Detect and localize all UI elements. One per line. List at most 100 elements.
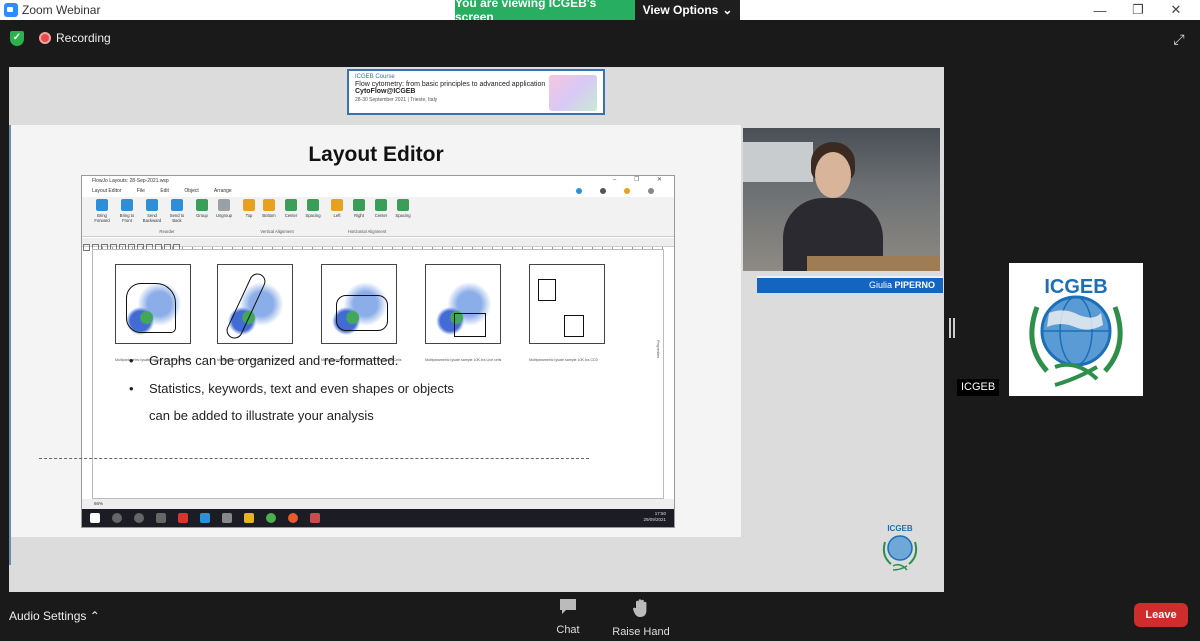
- ribbon-button: Center: [369, 199, 393, 229]
- ribbon-button: Spacing: [391, 199, 415, 229]
- bookmark-icon: [600, 188, 606, 194]
- ribbon-button-icon: [307, 199, 319, 211]
- ribbon-button-icon: [285, 199, 297, 211]
- chat-label: Chat: [556, 624, 580, 636]
- ribbon-button-label: Left: [333, 213, 341, 218]
- ribbon-button-label: Ungroup: [215, 213, 233, 218]
- icgeb-logo-large: ICGEB: [1029, 276, 1123, 387]
- ribbon-button-label: Center: [374, 213, 388, 218]
- participant-name-label: ICGEB: [957, 379, 1000, 396]
- minimize-button[interactable]: —: [1080, 0, 1120, 20]
- view-options-label: View Options: [642, 3, 719, 17]
- plot-gate: [454, 313, 486, 337]
- pointer-tool-icon: [83, 244, 90, 251]
- ribbon-button-label: Bring to Front: [119, 213, 135, 223]
- viewing-screen-label: You are viewing ICGEB's screen: [455, 0, 635, 24]
- speaker-name-tag: Giulia PIPERNO: [757, 276, 943, 293]
- course-banner: ICGEB Course Flow cytometry: from basic …: [347, 69, 605, 115]
- bullet-item: Graphs can be organized and re-formatted…: [129, 353, 589, 368]
- zoom-level-bar: 66%: [82, 499, 674, 509]
- presentation-slide: Layout Editor FlowJo Layouts: 28-Sep-202…: [11, 125, 741, 537]
- ribbon-button-label: Send to Back: [169, 213, 185, 223]
- ribbon-button-label: Bottom: [262, 213, 276, 218]
- hand-icon: [601, 598, 681, 622]
- plot-gate: [564, 315, 584, 337]
- cortana-icon: [134, 513, 144, 523]
- ribbon-button: Bring to Front: [115, 199, 139, 229]
- fullscreen-expand-icon[interactable]: ⤢: [1171, 31, 1187, 47]
- ribbon-group-vertical-alignment: Vertical Alignment: [260, 229, 294, 234]
- share-banner: You are viewing ICGEB's screen View Opti…: [455, 0, 740, 24]
- drawing-tool-row: [82, 238, 674, 251]
- ribbon-button-icon: [353, 199, 365, 211]
- ribbon-button-icon: [196, 199, 208, 211]
- close-button[interactable]: ✕: [1156, 0, 1196, 20]
- audio-settings-button[interactable]: Audio Settings ⌃: [9, 609, 100, 623]
- bullet-text: Graphs can be organized and re-formatted…: [149, 353, 399, 368]
- dashed-guide-line: [39, 458, 589, 459]
- panel-resize-handle[interactable]: [949, 318, 955, 338]
- window-title-bar: Zoom Webinar You are viewing ICGEB's scr…: [0, 0, 1200, 24]
- audio-settings-label: Audio Settings: [9, 609, 87, 623]
- ribbon-button: Spacing: [301, 199, 325, 229]
- ribbon-button-icon: [171, 199, 183, 211]
- window-title: Zoom Webinar: [22, 3, 101, 17]
- view-options-button[interactable]: View Options ⌄: [635, 0, 740, 20]
- drive-icon: [200, 513, 210, 523]
- menu-edit: Edit: [160, 188, 169, 194]
- icgeb-logo-text: ICGEB: [1044, 276, 1107, 298]
- app-menu-bar: Layout Editor File Edit Object Arrange: [82, 188, 674, 196]
- ribbon-button: Send to Back: [165, 199, 189, 229]
- course-banner-artwork: [549, 75, 597, 111]
- plot-cd3: [529, 264, 605, 344]
- slide-bullets: Graphs can be organized and re-formatted…: [129, 353, 589, 436]
- chat-button[interactable]: Chat: [528, 598, 608, 636]
- plot-gate: [538, 279, 556, 301]
- pen-icon: [222, 513, 232, 523]
- help-icon: [576, 188, 582, 194]
- flowjo-icon: [310, 513, 320, 523]
- heart-icon: [624, 188, 630, 194]
- menu-arrange: Arrange: [213, 188, 232, 194]
- flowjo-layout-window: FlowJo Layouts: 28-Sep-2021.wsp – ❐ ✕ La…: [81, 175, 675, 528]
- acrobat-icon: [178, 513, 188, 523]
- ribbon-button: Group: [190, 199, 214, 229]
- shield-icon[interactable]: ✓: [10, 31, 24, 46]
- plus-icon: [648, 188, 654, 194]
- ribbon-button: Ungroup: [212, 199, 236, 229]
- menu-object: Object: [184, 188, 199, 194]
- ribbon-button-icon: [218, 199, 230, 211]
- bullet-item: Statistics, keywords, text and even shap…: [129, 381, 589, 423]
- icgeb-logo-small: ICGEB: [882, 524, 918, 571]
- shared-screen: ICGEB Course Flow cytometry: from basic …: [9, 67, 944, 592]
- ribbon-button-icon: [121, 199, 133, 211]
- speaker-last-name: PIPERNO: [894, 280, 935, 290]
- ribbon-button-label: Right: [354, 213, 364, 218]
- icgeb-logo-text: ICGEB: [887, 524, 913, 533]
- windows-start-icon: [90, 513, 100, 523]
- plot-gate: [336, 295, 388, 331]
- leave-button[interactable]: Leave: [1134, 603, 1188, 627]
- plot-ungated: [115, 264, 191, 344]
- raise-hand-label: Raise Hand: [612, 626, 670, 638]
- raise-hand-button[interactable]: Raise Hand: [601, 598, 681, 638]
- bullet-text: Statistics, keywords, text and even shap…: [149, 381, 454, 396]
- app-menu-right-icons: [576, 188, 668, 194]
- ribbon-button-icon: [263, 199, 275, 211]
- recording-icon: [39, 32, 51, 44]
- meeting-top-bar: ✓ Recording ⤢: [0, 20, 1200, 56]
- restore-button[interactable]: ❐: [1118, 0, 1158, 20]
- speaker-background-screen: [743, 142, 813, 182]
- speaker-first-name: Giulia: [868, 280, 892, 290]
- chevron-down-icon: ⌄: [722, 3, 733, 17]
- zoom-app-icon: [4, 3, 18, 17]
- bullet-continuation: can be added to illustrate your analysis: [149, 408, 374, 423]
- windows-taskbar: 17:50 29/09/2021: [82, 509, 674, 527]
- ribbon-button: Bottom: [257, 199, 281, 229]
- app-window-title: FlowJo Layouts: 28-Sep-2021.wsp: [92, 178, 169, 184]
- ribbon-button-icon: [243, 199, 255, 211]
- ribbon-button-icon: [96, 199, 108, 211]
- ribbon-button: Bring Forward: [90, 199, 114, 229]
- plot-live-cells: [425, 264, 501, 344]
- meeting-controls-bar: Audio Settings ⌃ Chat Raise Hand Leave: [0, 592, 1200, 641]
